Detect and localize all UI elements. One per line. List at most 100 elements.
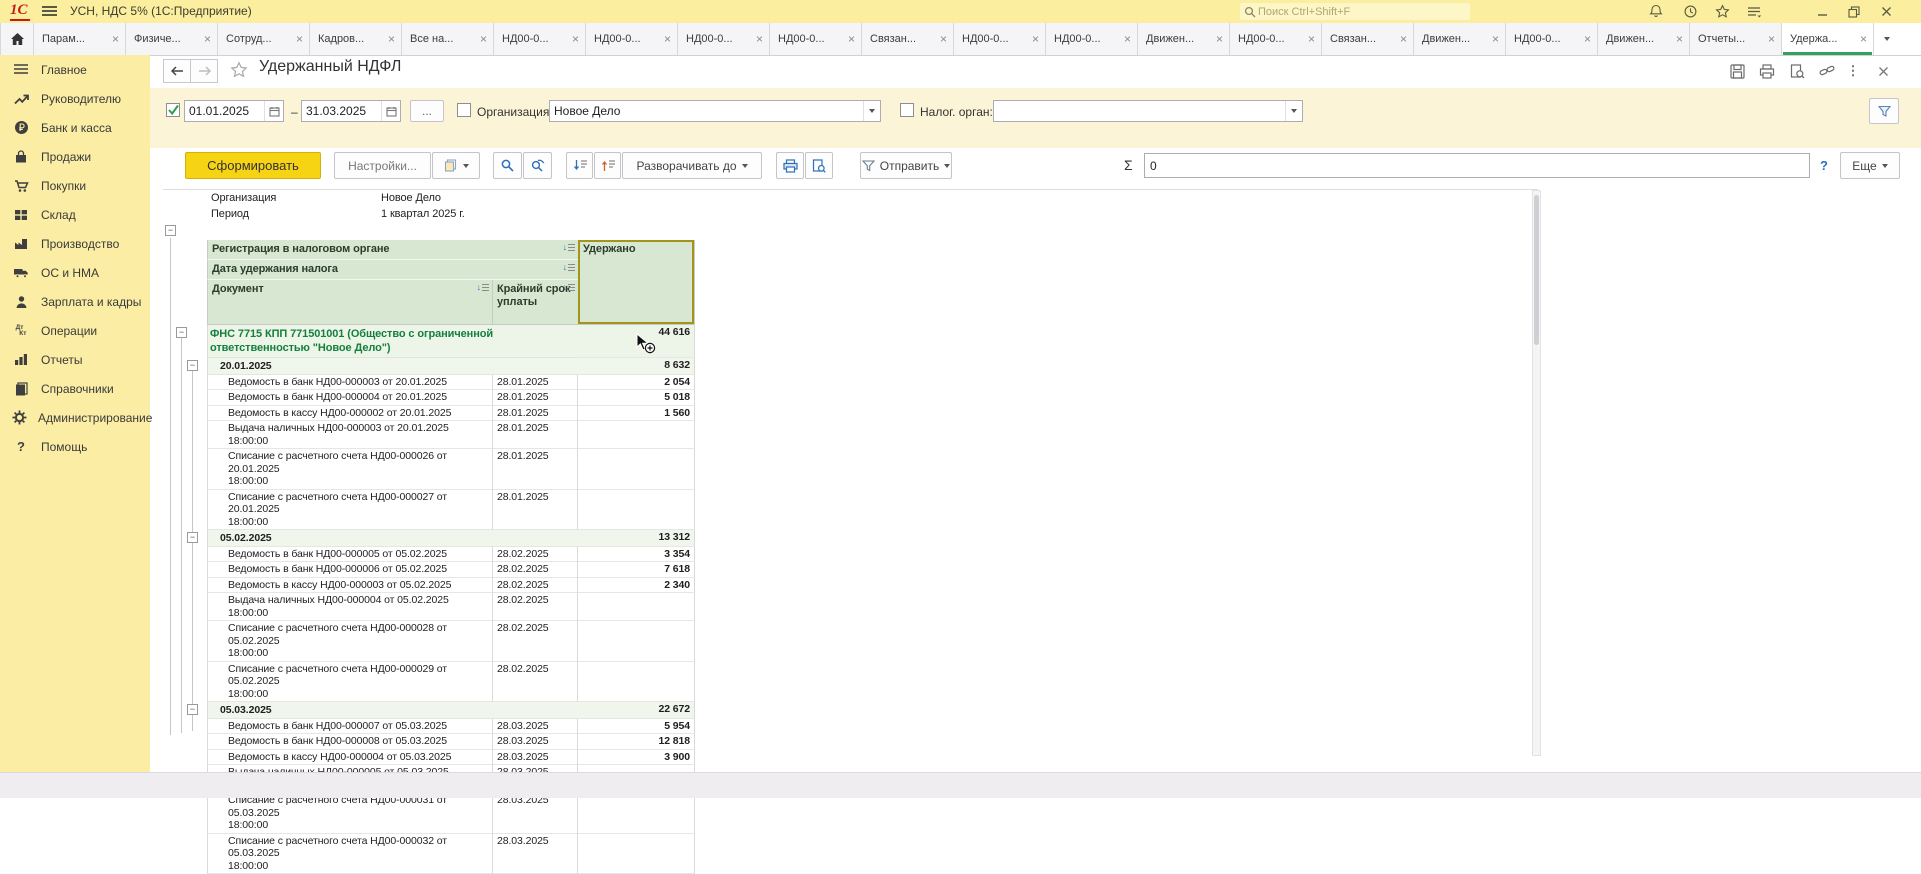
tab-close-icon[interactable]: × [1860, 34, 1867, 44]
document-tab[interactable]: Сотруд... × [218, 23, 310, 55]
print-button[interactable] [776, 152, 804, 179]
collapse-group-button[interactable]: − [187, 532, 198, 543]
document-tab[interactable]: Все на... × [402, 23, 494, 55]
expand-to-button[interactable]: Разворачивать до [622, 152, 762, 179]
tab-close-icon[interactable]: × [1400, 34, 1407, 44]
home-tab[interactable] [0, 23, 34, 55]
withheld-amount-cell[interactable]: 5 954 [578, 719, 695, 735]
due-date-cell[interactable]: 28.02.2025 [493, 662, 578, 703]
document-row[interactable]: Выдача наличных НД00-000004 от 05.02.202… [163, 593, 695, 621]
find-next-button[interactable] [523, 152, 552, 179]
document-cell[interactable]: Ведомость в кассу НД00-000002 от 20.01.2… [207, 406, 493, 422]
date-group-row[interactable]: − 05.03.2025 22 672 [163, 702, 695, 719]
document-tab[interactable]: Отчеты... × [1690, 23, 1782, 55]
service-menu-icon[interactable] [1744, 3, 1764, 20]
tab-close-icon[interactable]: × [1308, 34, 1315, 44]
document-tab[interactable]: Кадров... × [310, 23, 402, 55]
sidebar-item-operations[interactable]: Дт КтОперации [0, 316, 150, 345]
expand-groups-button[interactable] [594, 152, 621, 179]
favorites-star-icon[interactable] [1712, 3, 1732, 20]
col-header-registration[interactable]: Регистрация в налоговом органе ↓ [207, 240, 578, 260]
more-actions-button[interactable]: Еще [1840, 152, 1900, 179]
sidebar-item-manager[interactable]: Руководителю [0, 84, 150, 113]
sidebar-item-production[interactable]: Производство [0, 229, 150, 258]
withheld-amount-cell[interactable] [578, 421, 695, 449]
scrollbar-thumb[interactable] [1534, 195, 1539, 345]
period-to-input[interactable] [302, 104, 381, 118]
document-row[interactable]: Списание с расчетного счета НД00-000031 … [163, 793, 695, 834]
tab-close-icon[interactable]: × [1032, 34, 1039, 44]
document-cell[interactable]: Списание с расчетного счета НД00-000026 … [207, 449, 493, 490]
collapse-group-button[interactable]: − [187, 360, 198, 371]
document-row[interactable]: Ведомость в кассу НД00-000003 от 05.02.2… [163, 578, 695, 594]
withheld-amount-cell[interactable] [578, 793, 695, 834]
document-cell[interactable]: Ведомость в банк НД00-000003 от 20.01.20… [207, 375, 493, 391]
document-cell[interactable]: Ведомость в кассу НД00-000004 от 05.03.2… [207, 750, 493, 766]
col-header-withhold-date[interactable]: Дата удержания налога ↓ [207, 260, 578, 280]
generate-button[interactable]: Сформировать [185, 152, 321, 179]
tab-close-icon[interactable]: × [296, 34, 303, 44]
search-input[interactable] [1256, 5, 1450, 19]
tab-close-icon[interactable]: × [1584, 34, 1591, 44]
col-header-document[interactable]: Документ ↓ [207, 280, 493, 325]
link-icon[interactable] [1816, 61, 1838, 81]
date-group-row[interactable]: − 05.02.2025 13 312 [163, 530, 695, 547]
preview-icon[interactable] [1786, 61, 1808, 81]
collapse-all-button[interactable]: − [165, 225, 176, 236]
document-cell[interactable]: Списание с расчетного счета НД00-000028 … [207, 621, 493, 662]
document-cell[interactable]: Списание с расчетного счета НД00-000031 … [207, 793, 493, 834]
document-tab[interactable]: НД00-0... × [586, 23, 678, 55]
withheld-amount-cell[interactable]: 7 618 [578, 562, 695, 578]
sort-icon[interactable]: ↓ [477, 283, 489, 292]
document-tab[interactable]: НД00-0... × [1230, 23, 1322, 55]
tab-close-icon[interactable]: × [572, 34, 579, 44]
withheld-amount-cell[interactable] [578, 593, 695, 621]
document-cell[interactable]: Ведомость в банк НД00-000006 от 05.02.20… [207, 562, 493, 578]
due-date-cell[interactable]: 28.01.2025 [493, 390, 578, 406]
document-tab[interactable]: Связан... × [1322, 23, 1414, 55]
sidebar-item-salary-hr[interactable]: Зарплата и кадры [0, 287, 150, 316]
sort-icon[interactable]: ↓ [563, 283, 575, 292]
document-cell[interactable]: Ведомость в банк НД00-000008 от 05.03.20… [207, 734, 493, 750]
tab-close-icon[interactable]: × [848, 34, 855, 44]
find-button[interactable] [493, 152, 522, 179]
document-row[interactable]: Списание с расчетного счета НД00-000026 … [163, 449, 695, 490]
notifications-bell-icon[interactable] [1646, 3, 1666, 20]
period-from-input[interactable] [185, 104, 264, 118]
document-tab[interactable]: НД00-0... × [1506, 23, 1598, 55]
back-button[interactable] [163, 59, 191, 83]
fns-group-row[interactable]: − ФНС 7715 КПП 771501001 (Общество с огр… [163, 325, 695, 358]
period-checkbox[interactable] [166, 103, 180, 117]
withheld-amount-cell[interactable] [578, 449, 695, 490]
withheld-amount-cell[interactable]: 3 900 [578, 750, 695, 766]
withheld-amount-cell[interactable] [578, 490, 695, 531]
tab-close-icon[interactable]: × [1768, 34, 1775, 44]
vertical-scrollbar[interactable] [1532, 190, 1541, 756]
period-from-field[interactable] [184, 100, 284, 122]
due-date-cell[interactable]: 28.02.2025 [493, 621, 578, 662]
sort-icon[interactable]: ↓ [563, 243, 575, 252]
document-row[interactable]: Ведомость в банк НД00-000005 от 05.02.20… [163, 547, 695, 563]
document-row[interactable]: Ведомость в кассу НД00-000004 от 05.03.2… [163, 750, 695, 766]
document-tab[interactable]: Движен... × [1598, 23, 1690, 55]
withheld-amount-cell[interactable]: 2 054 [578, 375, 695, 391]
report-variants-button[interactable] [432, 152, 480, 179]
withheld-amount-cell[interactable]: 3 354 [578, 547, 695, 563]
period-to-field[interactable] [301, 100, 401, 122]
sidebar-item-purchases[interactable]: Покупки [0, 171, 150, 200]
minimize-window-icon[interactable] [1812, 3, 1832, 20]
due-date-cell[interactable]: 28.01.2025 [493, 449, 578, 490]
document-row[interactable]: Списание с расчетного счета НД00-000028 … [163, 621, 695, 662]
document-tab[interactable]: НД00-0... × [954, 23, 1046, 55]
document-row[interactable]: Списание с расчетного счета НД00-000029 … [163, 662, 695, 703]
history-icon[interactable] [1680, 3, 1700, 20]
sidebar-item-directories[interactable]: Справочники [0, 374, 150, 403]
withheld-amount-cell[interactable]: 12 818 [578, 734, 695, 750]
tab-close-icon[interactable]: × [664, 34, 671, 44]
collapse-group-button[interactable]: − [187, 704, 198, 715]
tax-authority-checkbox[interactable] [900, 103, 914, 117]
withheld-amount-cell[interactable]: 2 340 [578, 578, 695, 594]
document-tab[interactable]: Связан... × [862, 23, 954, 55]
due-date-cell[interactable]: 28.02.2025 [493, 593, 578, 621]
due-date-cell[interactable]: 28.01.2025 [493, 421, 578, 449]
